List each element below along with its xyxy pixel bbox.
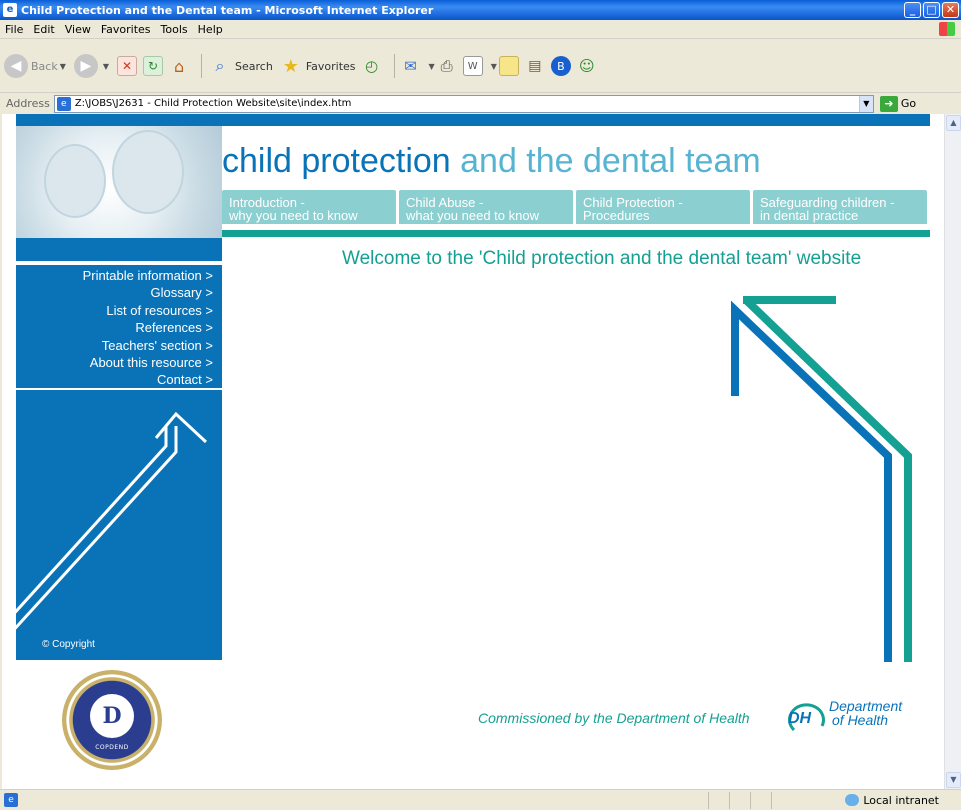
search-button[interactable]: ⌕ Search	[208, 54, 273, 78]
menu-view[interactable]: View	[60, 23, 96, 36]
address-label: Address	[6, 97, 50, 110]
menu-file[interactable]: File	[0, 23, 28, 36]
status-pane	[750, 791, 751, 809]
maximize-button[interactable]: □	[923, 2, 940, 18]
history-icon[interactable]: ◴	[362, 56, 382, 76]
menu-favorites[interactable]: Favorites	[96, 23, 156, 36]
windows-logo-icon	[939, 22, 955, 36]
star-icon: ★	[282, 55, 299, 77]
address-url[interactable]: Z:\JOBS\J2631 - Child Protection Website…	[75, 98, 859, 109]
status-pane	[708, 791, 709, 809]
status-bar: e Local intranet	[0, 789, 961, 810]
scroll-up-icon[interactable]: ▲	[946, 115, 961, 131]
ie-icon: e	[3, 3, 17, 17]
dropdown-arrow-icon[interactable]: ▼	[103, 62, 109, 71]
close-button[interactable]: ✕	[942, 2, 959, 18]
forward-arrow-icon: ▶	[73, 54, 98, 78]
home-icon[interactable]: ⌂	[169, 56, 189, 76]
dropdown-arrow-icon[interactable]: ▼	[60, 62, 66, 71]
notes-icon[interactable]	[498, 56, 519, 76]
address-dropdown-icon[interactable]: ▼	[858, 95, 873, 112]
address-input[interactable]: e Z:\JOBS\J2631 - Child Protection Websi…	[53, 94, 874, 113]
search-icon: ⌕	[215, 56, 225, 75]
address-bar: Address e Z:\JOBS\J2631 - Child Protecti…	[0, 92, 961, 114]
dropdown-arrow-icon[interactable]: ▼	[429, 62, 435, 71]
seal-initials: D	[90, 694, 134, 738]
stop-icon[interactable]: ✕	[117, 56, 138, 76]
intranet-icon	[845, 794, 860, 806]
go-button[interactable]: ➜ Go	[879, 95, 916, 112]
commissioned-text: Commissioned by the Department of Health	[478, 710, 750, 726]
status-pane	[771, 791, 772, 809]
toolbar-divider	[201, 54, 203, 78]
forward-button[interactable]: ▶ ▼	[73, 54, 111, 78]
print-icon[interactable]: ⎙	[437, 56, 457, 76]
refresh-icon[interactable]: ↻	[143, 56, 164, 76]
seal-label: COPDEND	[95, 744, 129, 751]
menu-bar: File Edit View Favorites Tools Help	[0, 20, 961, 39]
dh-logo-text: DH	[788, 710, 812, 727]
toolbar-divider	[393, 54, 395, 78]
copdend-seal: D COPDEND	[62, 670, 162, 770]
title-bar: e Child Protection and the Dental team -…	[0, 0, 961, 20]
menu-tools[interactable]: Tools	[156, 23, 193, 36]
mail-icon[interactable]: ✉	[401, 56, 421, 76]
dh-name: Department of Health	[829, 698, 903, 728]
page-icon: e	[56, 96, 71, 111]
page-viewport: child protection and the dental team Int…	[2, 114, 944, 789]
security-zone: Local intranet	[845, 794, 961, 807]
menu-help[interactable]: Help	[193, 23, 228, 36]
favorites-button[interactable]: ★ Favorites	[279, 54, 356, 78]
menu-edit[interactable]: Edit	[28, 23, 59, 36]
vertical-scrollbar[interactable]: ▲ ▼	[944, 114, 961, 789]
research-icon[interactable]: ▤	[525, 56, 545, 76]
go-arrow-icon: ➜	[879, 95, 898, 112]
scroll-down-icon[interactable]: ▼	[946, 772, 961, 788]
bluetooth-icon[interactable]: B	[550, 56, 571, 76]
edit-icon[interactable]: W	[462, 56, 483, 76]
messenger-icon[interactable]: ☺	[577, 56, 597, 76]
status-pane	[729, 791, 730, 809]
back-arrow-icon: ◀	[4, 54, 28, 78]
dh-logo-icon: DH	[788, 703, 825, 732]
back-button[interactable]: ◀ Back ▼	[4, 54, 68, 78]
toolbar: ◀ Back ▼ ▶ ▼ ✕ ↻ ⌂ ⌕ Search ★ Favorites …	[0, 40, 961, 92]
window-title: Child Protection and the Dental team - M…	[21, 3, 434, 17]
page-status-icon: e	[4, 793, 18, 807]
dropdown-arrow-icon[interactable]: ▼	[491, 62, 497, 71]
minimize-button[interactable]: _	[904, 2, 921, 18]
